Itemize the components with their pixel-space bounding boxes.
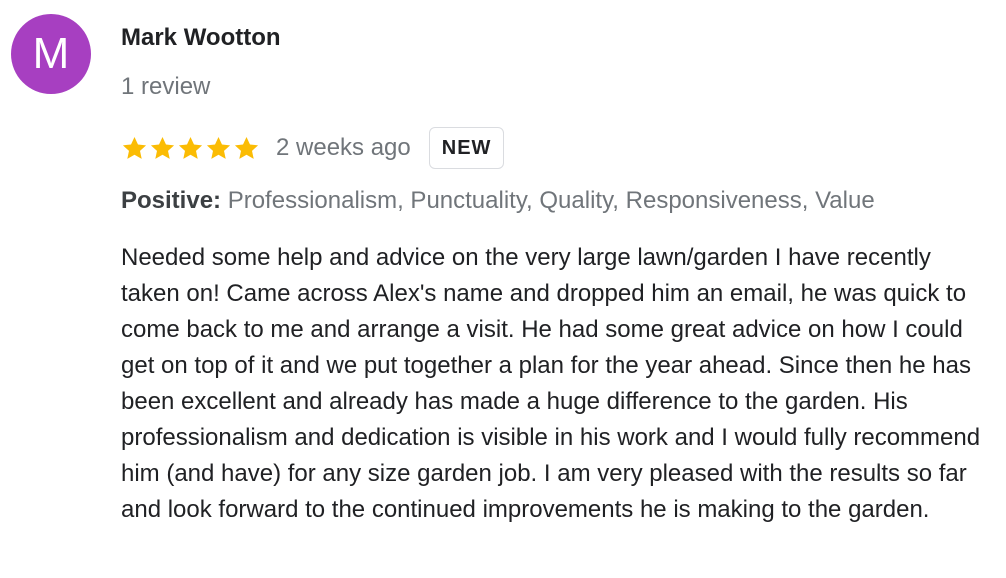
- review-card: M Mark Wootton 1 review 2 weeks ago NEW …: [0, 0, 1006, 578]
- attributes-label: Positive:: [121, 187, 222, 214]
- review-text: Needed some help and advice on the very …: [121, 244, 987, 523]
- star-rating: [121, 135, 260, 162]
- star-icon: [150, 136, 175, 159]
- review-count: 1 review: [121, 73, 211, 100]
- review-date: 2 weeks ago: [276, 134, 411, 161]
- star-icon: [178, 136, 203, 159]
- star-icon: [122, 136, 147, 159]
- review-attributes: Positive: Professionalism, Punctuality, …: [121, 187, 875, 215]
- star-icon: [206, 136, 231, 159]
- new-badge: NEW: [428, 127, 505, 169]
- rating-row: 2 weeks ago NEW: [121, 126, 505, 170]
- avatar[interactable]: M: [11, 14, 91, 94]
- attributes-values: Professionalism, Punctuality, Quality, R…: [227, 187, 875, 214]
- star-icon: [234, 136, 259, 159]
- author-name[interactable]: Mark Wootton: [121, 24, 281, 52]
